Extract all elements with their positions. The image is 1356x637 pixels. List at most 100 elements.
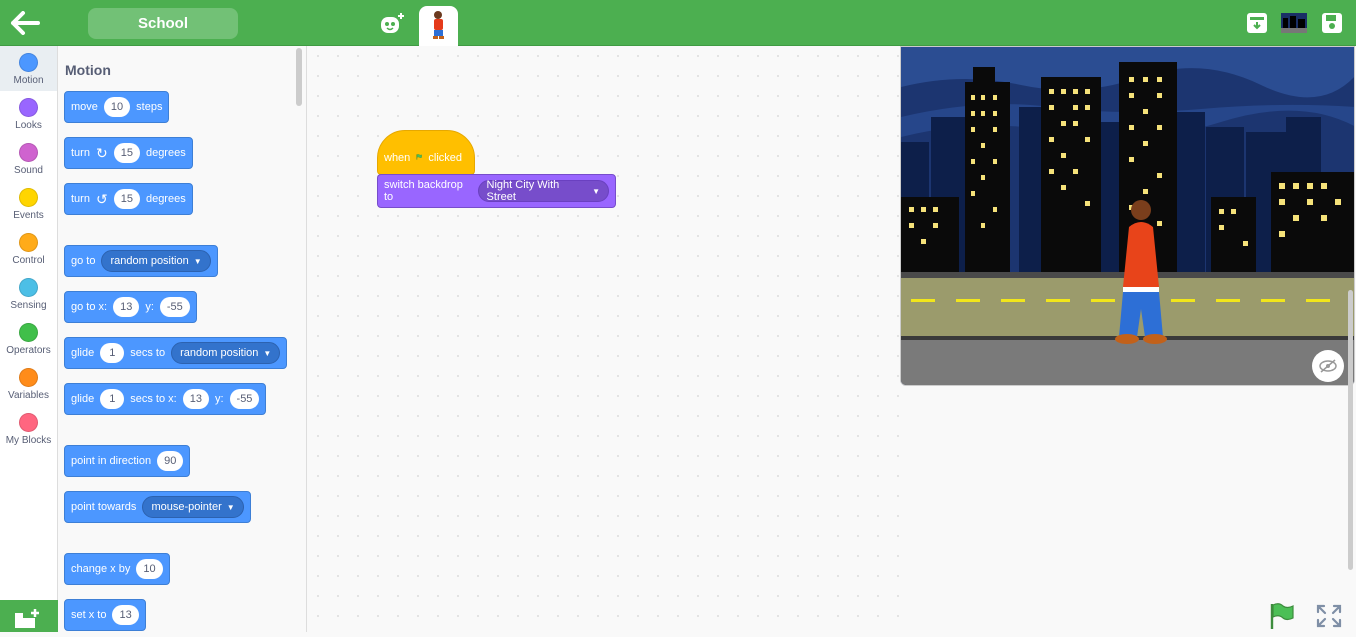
block-label: point in direction (71, 455, 152, 467)
eye-slash-icon (1319, 359, 1337, 373)
category-label: Variables (8, 390, 49, 401)
y-input[interactable]: -55 (159, 297, 190, 317)
target-dropdown[interactable]: mouse-pointer ▼ (142, 496, 244, 518)
dropdown-value: Night City With Street (486, 179, 560, 203)
stage-scrollbar[interactable] (1348, 290, 1353, 570)
caret-down-icon: ▼ (226, 502, 235, 512)
category-label: Events (13, 210, 44, 221)
target-dropdown[interactable]: random position ▼ (101, 250, 211, 272)
degrees-input[interactable]: 15 (113, 143, 140, 163)
block-go-to[interactable]: go to random position ▼ (64, 245, 218, 277)
block-label: y: (145, 301, 154, 313)
project-name-button[interactable]: School (88, 8, 238, 39)
block-label: switch backdrop to (384, 179, 463, 203)
add-sprite-icon[interactable] (378, 10, 406, 38)
category-motion[interactable]: Motion (0, 46, 57, 91)
back-arrow-icon[interactable] (10, 11, 40, 35)
block-go-to-xy[interactable]: go to x: 13 y: -55 (64, 291, 197, 323)
rotate-right-icon: ↻ (95, 144, 108, 161)
block-turn-left[interactable]: turn ↺ 15 degrees (64, 183, 193, 215)
block-turn-right[interactable]: turn ↻ 15 degrees (64, 137, 193, 169)
secs-input[interactable]: 1 (100, 389, 125, 409)
palette-scrollbar[interactable] (296, 48, 302, 106)
dropdown-value: mouse-pointer (151, 501, 222, 513)
x-input[interactable]: 13 (182, 389, 209, 409)
add-extension-icon (15, 609, 39, 628)
block-label: go to x: (71, 301, 108, 313)
block-point-towards[interactable]: point towards mouse-pointer ▼ (64, 491, 251, 523)
category-label: Sound (14, 165, 43, 176)
rotate-left-icon: ↺ (95, 190, 108, 207)
target-dropdown[interactable]: random position ▼ (171, 342, 281, 364)
block-move-steps[interactable]: move 10 steps (64, 91, 170, 123)
motion-dot-icon (19, 53, 38, 72)
block-label: change x by (71, 563, 131, 575)
category-control[interactable]: Control (0, 226, 57, 271)
green-flag-run-icon[interactable] (1268, 602, 1296, 630)
block-point-in-direction[interactable]: point in direction 90 (64, 445, 191, 477)
category-events[interactable]: Events (0, 181, 57, 226)
palette-heading: Motion (65, 62, 111, 78)
caret-down-icon: ▼ (193, 256, 202, 266)
block-label: move (71, 101, 98, 113)
stage[interactable] (900, 46, 1355, 386)
block-label: y: (214, 393, 224, 405)
sprite-tab[interactable] (419, 6, 458, 46)
control-dot-icon (19, 233, 38, 252)
night-city-backdrop (901, 47, 1354, 385)
block-label: go to (71, 255, 96, 267)
category-label: Motion (13, 75, 44, 86)
block-label: secs to (130, 347, 166, 359)
x-set-input[interactable]: 13 (112, 605, 139, 625)
switch-backdrop-block[interactable]: switch backdrop to Night City With Stree… (377, 174, 616, 208)
category-menu: Motion Looks Sound Events Control Sensin… (0, 46, 58, 632)
my-blocks-dot-icon (19, 413, 38, 432)
block-label: secs to x: (130, 393, 177, 405)
block-label: turn (71, 193, 90, 205)
top-bar: School (0, 0, 1356, 46)
category-operators[interactable]: Operators (0, 316, 57, 361)
category-sensing[interactable]: Sensing (0, 271, 57, 316)
category-variables[interactable]: Variables (0, 361, 57, 406)
stage-thumbnail-icon[interactable] (1281, 13, 1307, 33)
category-my-blocks[interactable]: My Blocks (0, 406, 57, 451)
block-label: degrees (145, 147, 186, 159)
category-label: Operators (6, 345, 51, 356)
block-label: glide (71, 393, 95, 405)
dropdown-value: random position (110, 255, 189, 267)
block-set-x[interactable]: set x to 13 (64, 599, 146, 631)
direction-input[interactable]: 90 (157, 451, 184, 471)
category-label: My Blocks (5, 435, 52, 446)
sensing-dot-icon (19, 278, 38, 297)
block-glide-to[interactable]: glide 1 secs to random position ▼ (64, 337, 288, 369)
caret-down-icon: ▼ (592, 186, 600, 196)
block-label: point towards (71, 501, 137, 513)
block-change-x[interactable]: change x by 10 (64, 553, 170, 585)
x-input[interactable]: 13 (113, 297, 140, 317)
looks-dot-icon (19, 98, 38, 117)
caret-down-icon: ▼ (263, 348, 272, 358)
degrees-input[interactable]: 15 (113, 189, 140, 209)
block-label: when (384, 152, 411, 164)
green-flag-icon (416, 154, 423, 160)
y-input[interactable]: -55 (229, 389, 260, 409)
category-sound[interactable]: Sound (0, 136, 57, 181)
block-glide-xy[interactable]: glide 1 secs to x: 13 y: -55 (64, 383, 267, 415)
variables-dot-icon (19, 368, 38, 387)
category-label: Sensing (10, 300, 47, 311)
category-looks[interactable]: Looks (0, 91, 57, 136)
hide-stage-button[interactable] (1312, 350, 1344, 382)
when-flag-clicked-block[interactable]: when clicked (377, 130, 475, 175)
backdrop-dropdown[interactable]: Night City With Street ▼ (477, 179, 609, 203)
sound-dot-icon (19, 143, 38, 162)
download-icon[interactable] (1246, 12, 1268, 34)
add-extension-button[interactable] (0, 600, 58, 632)
category-label: Looks (15, 120, 42, 131)
secs-input[interactable]: 1 (100, 343, 125, 363)
fullscreen-icon[interactable] (1316, 604, 1342, 628)
operators-dot-icon (19, 323, 38, 342)
steps-input[interactable]: 10 (103, 97, 131, 117)
save-icon[interactable] (1321, 12, 1343, 34)
x-change-input[interactable]: 10 (136, 559, 163, 579)
block-label: turn (71, 147, 90, 159)
